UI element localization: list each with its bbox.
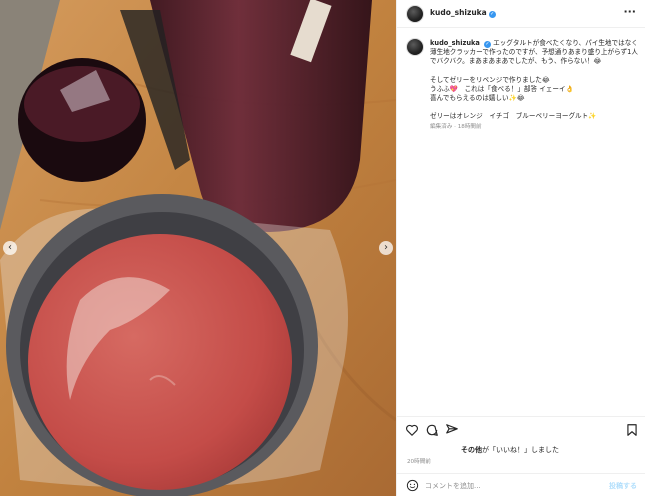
carousel-prev-button[interactable]: ‹ bbox=[3, 241, 17, 255]
more-horizontal-icon[interactable]: ··· bbox=[623, 5, 636, 18]
bookmark-icon[interactable] bbox=[625, 423, 639, 437]
post-timestamp[interactable]: 20時間前 bbox=[407, 457, 431, 465]
verified-badge-icon: ✓ bbox=[488, 11, 496, 18]
comment-icon[interactable] bbox=[425, 423, 439, 437]
caption-line-5: ゼリーはオレンジ イチゴ ブルーベリーヨーグルト✨ bbox=[430, 112, 597, 121]
post-header: kudo_shizuka ✓ ··· bbox=[397, 0, 645, 28]
username-link[interactable]: kudo_shizuka bbox=[430, 8, 487, 17]
carousel-next-button[interactable]: › bbox=[379, 241, 393, 255]
caption-avatar[interactable] bbox=[406, 38, 424, 56]
verified-badge-icon: ✓ bbox=[483, 41, 491, 48]
caption-line-4: 喜んでもらえるのは嬉しい✨😂 bbox=[430, 94, 525, 103]
caption-line-2: そしてゼリーをリベンジで作りました😂 bbox=[430, 75, 550, 84]
caption-username[interactable]: kudo_shizuka bbox=[430, 39, 480, 47]
caption-line-3: うふふ💖 これは「食べる！」部答 イェーイ👌 bbox=[430, 84, 574, 93]
heart-icon[interactable] bbox=[405, 423, 419, 437]
post-actions: その他が「いいね！」しました 20時間前 投稿する bbox=[397, 416, 645, 496]
likes-summary: その他が「いいね！」しました bbox=[461, 445, 559, 455]
share-icon[interactable] bbox=[445, 423, 459, 437]
chevron-right-icon: › bbox=[384, 242, 388, 253]
emoji-icon[interactable] bbox=[406, 479, 419, 492]
likes-others-link[interactable]: その他 bbox=[461, 446, 482, 454]
comment-bar: 投稿する bbox=[397, 473, 645, 496]
caption-meta: 編集済み · 18時間前 bbox=[430, 124, 482, 131]
likes-text: が「いいね！」しました bbox=[482, 446, 559, 454]
post-photo[interactable]: ‹ › bbox=[0, 0, 396, 496]
photo-illustration bbox=[0, 0, 396, 496]
avatar[interactable] bbox=[406, 5, 424, 23]
post-comment-button[interactable]: 投稿する bbox=[609, 481, 637, 491]
comment-input[interactable] bbox=[425, 479, 595, 493]
chevron-left-icon: ‹ bbox=[8, 242, 12, 253]
post-side-panel: kudo_shizuka ✓ ··· kudo_shizuka ✓ エッグタルトが… bbox=[396, 0, 645, 496]
